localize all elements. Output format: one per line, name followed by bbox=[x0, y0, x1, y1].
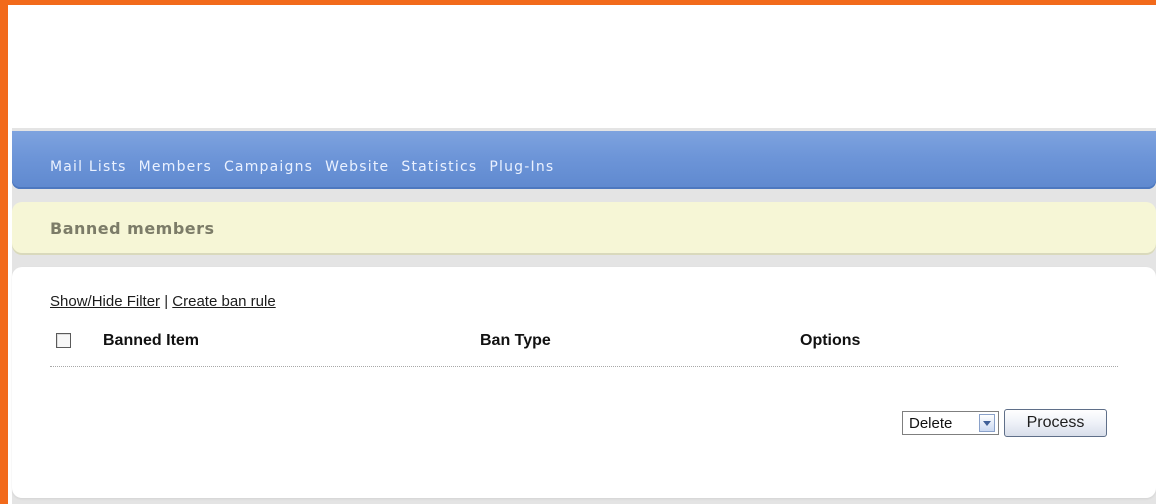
nav-menu: Mail Lists Members Campaigns Website Sta… bbox=[50, 160, 554, 174]
bulk-action-select[interactable]: Delete bbox=[902, 411, 999, 435]
top-navigation-bar: Mail Lists Members Campaigns Website Sta… bbox=[12, 131, 1156, 189]
banned-items-table-header: Banned Item Ban Type Options bbox=[50, 330, 1118, 367]
dropdown-arrow-glyph bbox=[983, 420, 991, 426]
column-ban-type: Ban Type bbox=[480, 332, 551, 349]
link-separator: | bbox=[160, 293, 173, 310]
nav-item-campaigns[interactable]: Campaigns bbox=[224, 160, 313, 174]
nav-item-website[interactable]: Website bbox=[325, 160, 389, 174]
column-banned-item: Banned Item bbox=[103, 332, 200, 349]
nav-item-members[interactable]: Members bbox=[139, 160, 212, 174]
chevron-down-icon[interactable] bbox=[979, 414, 995, 432]
bulk-actions: Delete Process bbox=[902, 409, 1107, 437]
nav-item-statistics[interactable]: Statistics bbox=[401, 160, 477, 174]
show-hide-filter-link[interactable]: Show/Hide Filter bbox=[50, 293, 160, 310]
nav-item-plug-ins[interactable]: Plug-Ins bbox=[489, 160, 554, 174]
create-ban-rule-link[interactable]: Create ban rule bbox=[172, 293, 275, 310]
bulk-action-selected-value: Delete bbox=[909, 414, 953, 432]
nav-item-mail-lists[interactable]: Mail Lists bbox=[50, 160, 127, 174]
page-title: Banned members bbox=[50, 219, 215, 238]
process-button[interactable]: Process bbox=[1004, 409, 1107, 437]
column-options: Options bbox=[800, 332, 861, 349]
select-all-checkbox[interactable] bbox=[56, 333, 71, 348]
banned-members-panel: Show/Hide Filter | Create ban rule Banne… bbox=[12, 267, 1156, 498]
page-title-bar: Banned members bbox=[12, 202, 1156, 255]
action-links: Show/Hide Filter | Create ban rule bbox=[50, 293, 276, 310]
